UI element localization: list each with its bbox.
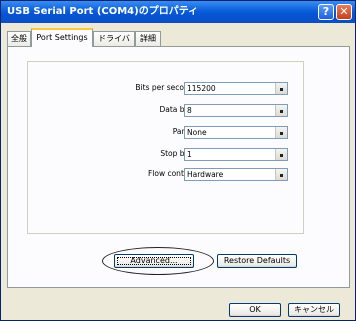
bits-per-second-value: 115200	[187, 84, 216, 93]
chevron-down-icon[interactable]	[275, 149, 287, 160]
flow-control-value: Hardware	[187, 170, 224, 179]
focus-rectangle	[117, 257, 191, 265]
close-icon[interactable]: ✕	[336, 4, 352, 20]
title-bar: USB Serial Port (COM4)のプロパティ	[1, 1, 355, 23]
chevron-down-icon[interactable]	[275, 169, 287, 180]
tab-strip: 全般 Port Settings ドライバ 詳細	[5, 28, 351, 47]
chevron-down-icon[interactable]	[275, 105, 287, 116]
port-settings-panel: Bits per second: 115200 Data bits: 8 Par…	[7, 46, 350, 288]
parity-select[interactable]: None	[184, 126, 288, 139]
flow-control-row: Flow control: Hardware	[28, 168, 305, 181]
bits-per-second-select[interactable]: 115200	[184, 82, 288, 95]
data-bits-select[interactable]: 8	[184, 104, 288, 117]
tab-details[interactable]: 詳細	[135, 31, 161, 46]
help-icon[interactable]: ?	[318, 4, 334, 20]
window-title: USB Serial Port (COM4)のプロパティ	[7, 6, 199, 17]
restore-defaults-button[interactable]: Restore Defaults	[217, 254, 297, 268]
cancel-button[interactable]: キャンセル	[288, 303, 340, 317]
settings-group: Bits per second: 115200 Data bits: 8 Par…	[27, 61, 304, 234]
bits-per-second-row: Bits per second: 115200	[28, 82, 305, 95]
parity-value: None	[187, 128, 207, 137]
advanced-button[interactable]: Advanced...	[114, 254, 194, 268]
ok-button[interactable]: OK	[229, 303, 281, 317]
data-bits-row: Data bits: 8	[28, 104, 305, 117]
tab-port-settings[interactable]: Port Settings	[31, 28, 93, 47]
chevron-down-icon[interactable]	[275, 127, 287, 138]
parity-row: Parity: None	[28, 126, 305, 139]
tab-driver[interactable]: ドライバ	[93, 31, 135, 46]
tab-general[interactable]: 全般	[7, 31, 31, 46]
properties-dialog: USB Serial Port (COM4)のプロパティ ? ✕ 全般 Port…	[0, 0, 356, 321]
data-bits-value: 8	[187, 106, 192, 115]
flow-control-select[interactable]: Hardware	[184, 168, 288, 181]
chevron-down-icon[interactable]	[275, 83, 287, 94]
stop-bits-row: Stop bits: 1	[28, 148, 305, 161]
stop-bits-select[interactable]: 1	[184, 148, 288, 161]
stop-bits-value: 1	[187, 150, 192, 159]
